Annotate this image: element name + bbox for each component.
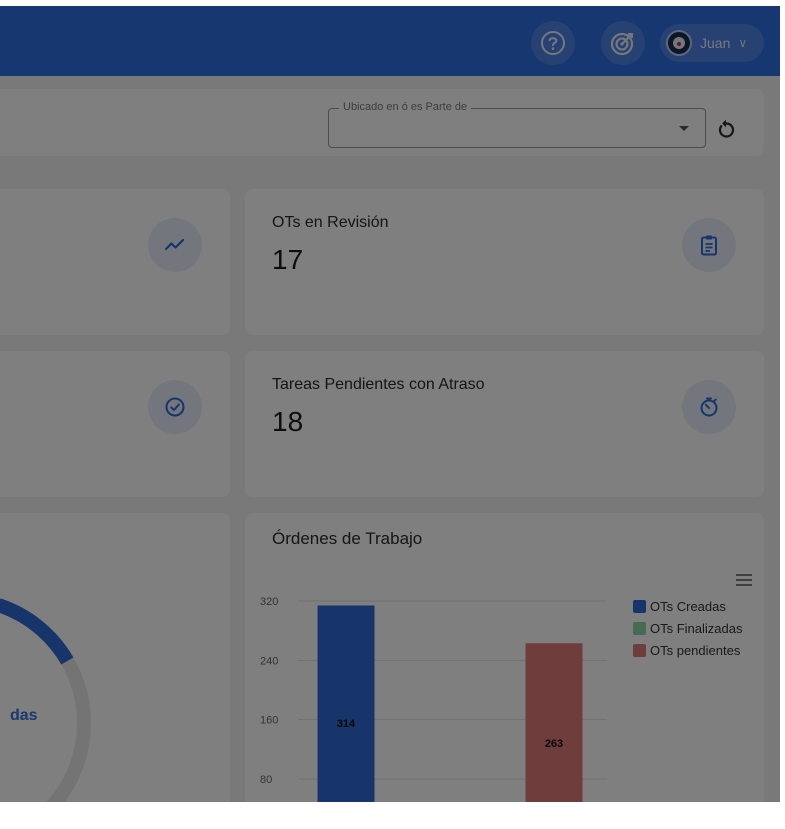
metric-card-left-middle	[0, 351, 230, 497]
metric-card-left-top	[0, 189, 230, 335]
legend-item[interactable]: OTs Finalizadas	[633, 617, 742, 639]
y-tick-label: 320	[260, 596, 278, 608]
reset-icon	[718, 119, 735, 138]
help-button[interactable]	[531, 21, 575, 65]
card-title: OTs en Revisión	[272, 214, 389, 231]
help-circle-icon	[541, 31, 565, 55]
reset-filter-button[interactable]	[706, 109, 746, 149]
goals-button[interactable]	[601, 21, 645, 65]
legend-item[interactable]: OTs pendientes	[633, 639, 742, 661]
location-select[interactable]: Ubicado en ó es Parte de	[328, 101, 706, 148]
avatar	[666, 30, 692, 56]
dashboard-viewport: Juan ∨ Ubicado en ó es Parte de OTs en R…	[0, 6, 780, 802]
target-icon	[610, 32, 634, 56]
legend-swatch	[633, 643, 646, 657]
legend-swatch	[633, 599, 646, 613]
metric-card-overdue-tasks: Tareas Pendientes con Atraso 18	[245, 351, 764, 497]
donut-chart	[0, 598, 91, 802]
dropdown-caret-icon	[679, 126, 689, 131]
timer-icon	[700, 397, 718, 417]
bar	[317, 605, 375, 802]
check-circle-icon	[165, 397, 185, 417]
card-icon-badge	[682, 380, 736, 434]
top-app-bar: Juan ∨	[0, 6, 780, 76]
trend-icon	[164, 238, 185, 251]
card-value: 18	[272, 406, 304, 437]
legend-label: OTs Finalizadas	[650, 620, 743, 636]
donut-arc	[0, 598, 74, 665]
y-tick-label: 80	[260, 774, 272, 786]
work-orders-chart-card: Órdenes de Trabajo 320 240 160 80 314 263 OTs…	[245, 513, 764, 802]
card-value: 17	[272, 244, 304, 275]
clipboard-icon	[701, 235, 717, 256]
chart-legend: OTs Creadas OTs Finalizadas OTs pendient…	[633, 595, 742, 661]
metric-card-in-review: OTs en Revisión 17	[245, 189, 764, 335]
donut-card: das	[0, 513, 230, 802]
user-menu-button[interactable]: Juan ∨	[660, 24, 764, 62]
location-select-label: Ubicado en ó es Parte de	[339, 101, 472, 113]
card-icon-badge	[682, 218, 736, 272]
card-icon-badge	[148, 218, 202, 272]
legend-label: OTs pendientes	[650, 642, 741, 658]
donut-center-label: das	[10, 707, 38, 724]
bar	[525, 643, 583, 802]
filter-bar: Ubicado en ó es Parte de	[0, 89, 764, 156]
card-title: Tareas Pendientes con Atraso	[272, 376, 485, 393]
legend-label: OTs Creadas	[650, 598, 726, 614]
chevron-down-icon: ∨	[738, 36, 748, 50]
bar-data-label: 314	[337, 718, 356, 730]
legend-item[interactable]: OTs Creadas	[633, 595, 742, 617]
user-name: Juan	[700, 35, 731, 51]
legend-swatch	[633, 621, 646, 635]
bar-data-label: 263	[545, 738, 563, 750]
y-tick-label: 160	[260, 715, 278, 727]
card-icon-badge	[148, 380, 202, 434]
y-tick-label: 240	[260, 655, 278, 667]
